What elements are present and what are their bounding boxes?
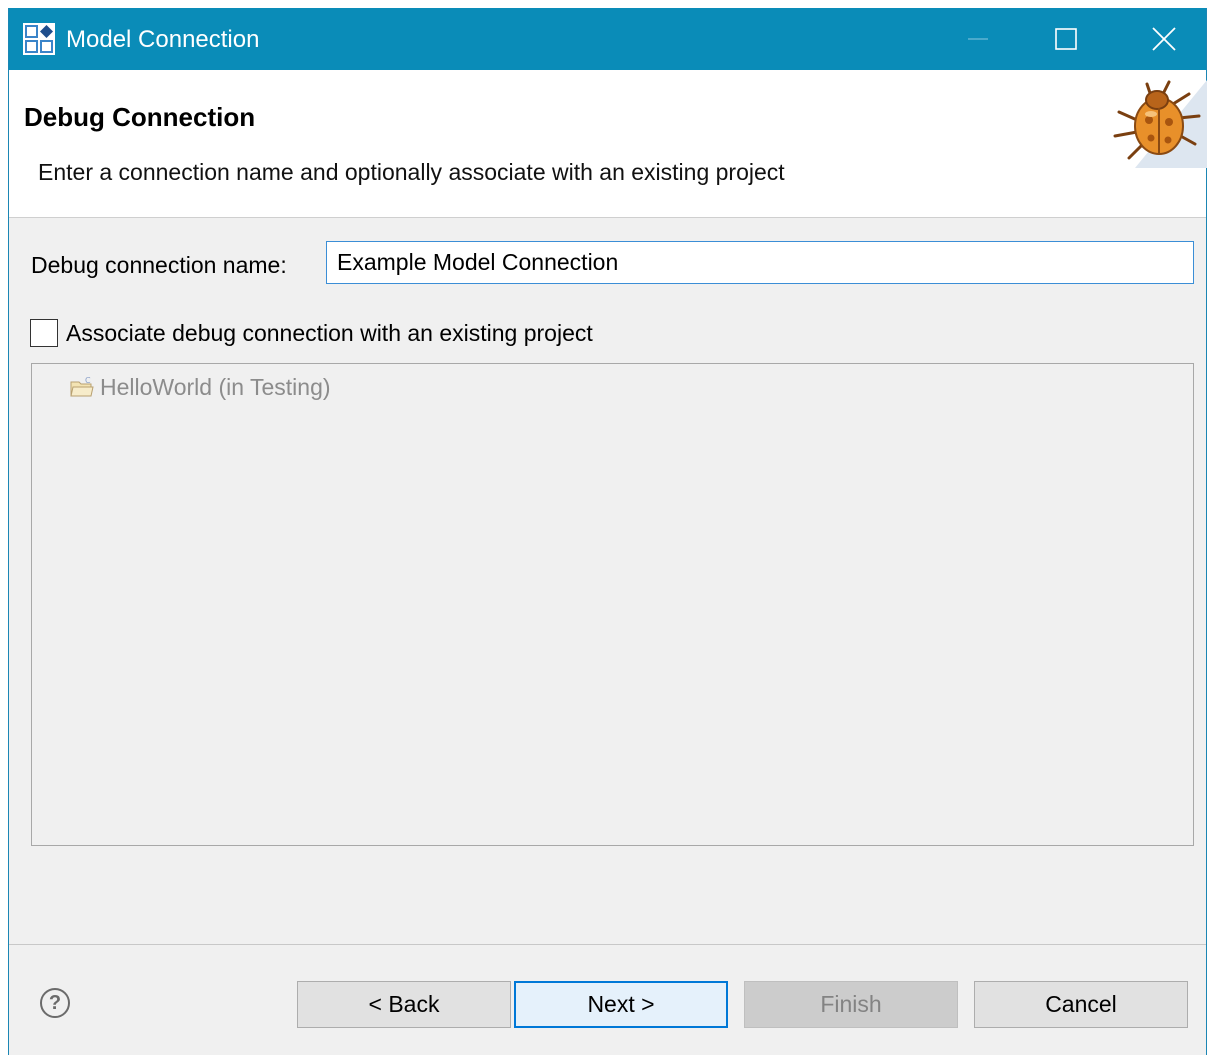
finish-button[interactable]: Finish [744, 981, 958, 1028]
page-title: Debug Connection [24, 102, 256, 132]
next-button[interactable]: Next > [514, 981, 728, 1028]
close-button[interactable] [1115, 8, 1213, 70]
project-folder-icon: C [70, 376, 94, 397]
maximize-icon [1055, 28, 1077, 50]
cancel-button[interactable]: Cancel [974, 981, 1188, 1028]
button-bar-separator [9, 944, 1206, 945]
window-title: Model Connection [66, 26, 260, 53]
minimize-icon [968, 38, 988, 40]
tree-item-helloworld: C HelloWorld (in Testing) [70, 371, 331, 403]
debug-bug-icon [1113, 80, 1207, 168]
connection-name-input[interactable] [326, 241, 1194, 284]
svg-text:C: C [85, 376, 91, 385]
minimize-button[interactable] [929, 8, 1027, 70]
close-icon [1152, 27, 1176, 51]
help-button[interactable]: ? [40, 988, 70, 1018]
model-connection-dialog: Model Connection Debug Connection Enter … [8, 8, 1207, 1055]
tree-item-label: HelloWorld (in Testing) [100, 374, 331, 400]
associate-project-label[interactable]: Associate debug connection with an exist… [66, 318, 593, 348]
maximize-button[interactable] [1017, 8, 1115, 70]
associate-project-option[interactable]: Associate debug connection with an exist… [30, 317, 593, 349]
page-description: Enter a connection name and optionally a… [38, 159, 785, 185]
app-icon [23, 23, 55, 55]
back-button[interactable]: < Back [297, 981, 511, 1028]
help-icon: ? [48, 991, 62, 1014]
wizard-header: Debug Connection Enter a connection name… [9, 70, 1207, 218]
project-tree: C HelloWorld (in Testing) [31, 363, 1194, 846]
title-bar[interactable]: Model Connection [9, 8, 1206, 70]
associate-project-checkbox[interactable] [30, 319, 58, 347]
connection-name-label: Debug connection name: [31, 252, 287, 278]
